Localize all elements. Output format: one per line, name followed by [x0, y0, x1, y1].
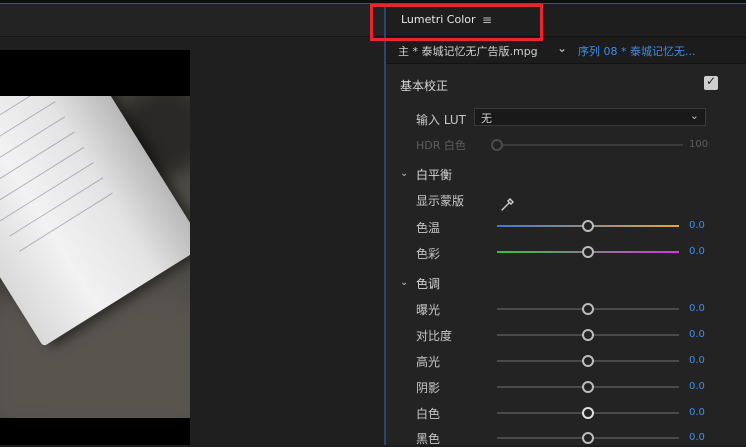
chevron-down-icon: ⌄ — [689, 109, 699, 122]
white-balance-title[interactable]: 白平衡 — [416, 166, 452, 183]
monitor-viewport[interactable] — [0, 37, 384, 445]
hdr-white-slider — [491, 139, 683, 151]
input-lut-dropdown[interactable]: 无 ⌄ — [474, 108, 706, 126]
contrast-value[interactable]: 0.0 — [689, 329, 705, 340]
shadows-label: 阴影 — [416, 381, 441, 395]
tint-label: 色彩 — [416, 247, 441, 261]
monitor-header — [0, 4, 384, 37]
video-frame — [0, 50, 190, 445]
shadows-value[interactable]: 0.0 — [689, 381, 705, 392]
hdr-white-value: 100 — [689, 139, 709, 150]
slider-handle[interactable] — [582, 432, 594, 444]
slider-handle[interactable] — [582, 355, 594, 367]
program-monitor — [0, 4, 384, 445]
blacks-slider[interactable] — [497, 432, 679, 444]
clip-selector-bar: 主 * 泰城记忆无广告版.mpg ⌄ 序列 08 * 泰城记忆无... — [386, 37, 746, 64]
shadows-slider[interactable] — [497, 381, 679, 393]
slider-handle — [491, 139, 503, 151]
tint-value[interactable]: 0.0 — [689, 246, 705, 257]
exposure-label: 曝光 — [416, 303, 441, 317]
highlights-slider[interactable] — [497, 355, 679, 367]
temperature-label: 色温 — [416, 221, 441, 235]
temperature-value[interactable]: 0.0 — [689, 220, 705, 231]
blacks-value[interactable]: 0.0 — [689, 432, 705, 443]
lumetri-color-panel: Lumetri Color ≡ 主 * 泰城记忆无广告版.mpg ⌄ 序列 08… — [386, 4, 746, 446]
tint-slider[interactable] — [497, 246, 679, 258]
whites-label: 白色 — [416, 407, 441, 421]
source-clip-label[interactable]: 主 * 泰城记忆无广告版.mpg — [398, 43, 538, 59]
sequence-clip-label[interactable]: 序列 08 * 泰城记忆无... — [578, 43, 695, 59]
chevron-down-icon[interactable]: ⌄ — [557, 41, 567, 55]
contrast-slider[interactable] — [497, 329, 679, 341]
tone-title[interactable]: 色调 — [416, 275, 440, 292]
basic-correction-title[interactable]: 基本校正 — [400, 77, 448, 94]
temperature-slider[interactable] — [497, 220, 679, 232]
exposure-value[interactable]: 0.0 — [689, 303, 705, 314]
hdr-white-label: HDR 白色 — [416, 139, 466, 152]
highlights-value[interactable]: 0.0 — [689, 355, 705, 366]
checkmark-icon: ✓ — [706, 74, 717, 88]
slider-handle[interactable] — [582, 329, 594, 341]
whites-slider[interactable] — [497, 407, 679, 419]
slider-handle[interactable] — [582, 407, 594, 419]
highlights-label: 高光 — [416, 355, 441, 369]
video-image — [0, 96, 190, 418]
eyedropper-icon[interactable] — [500, 196, 516, 212]
show-mask-label: 显示蒙版 — [416, 194, 465, 208]
basic-correction-checkbox[interactable]: ✓ — [704, 74, 718, 90]
slider-handle[interactable] — [582, 246, 594, 258]
chevron-down-icon[interactable]: ⌄ — [400, 277, 408, 288]
whites-value[interactable]: 0.0 — [689, 407, 705, 418]
chevron-down-icon[interactable]: ⌄ — [400, 168, 408, 179]
input-lut-label: 输入 LUT — [416, 113, 467, 127]
slider-handle[interactable] — [582, 220, 594, 232]
exposure-slider[interactable] — [497, 303, 679, 315]
slider-handle[interactable] — [582, 381, 594, 393]
contrast-label: 对比度 — [416, 329, 453, 343]
slider-handle[interactable] — [582, 303, 594, 315]
highlight-annotation-box — [370, 4, 543, 41]
input-lut-value: 无 — [481, 112, 492, 125]
blacks-label: 黑色 — [416, 432, 441, 446]
